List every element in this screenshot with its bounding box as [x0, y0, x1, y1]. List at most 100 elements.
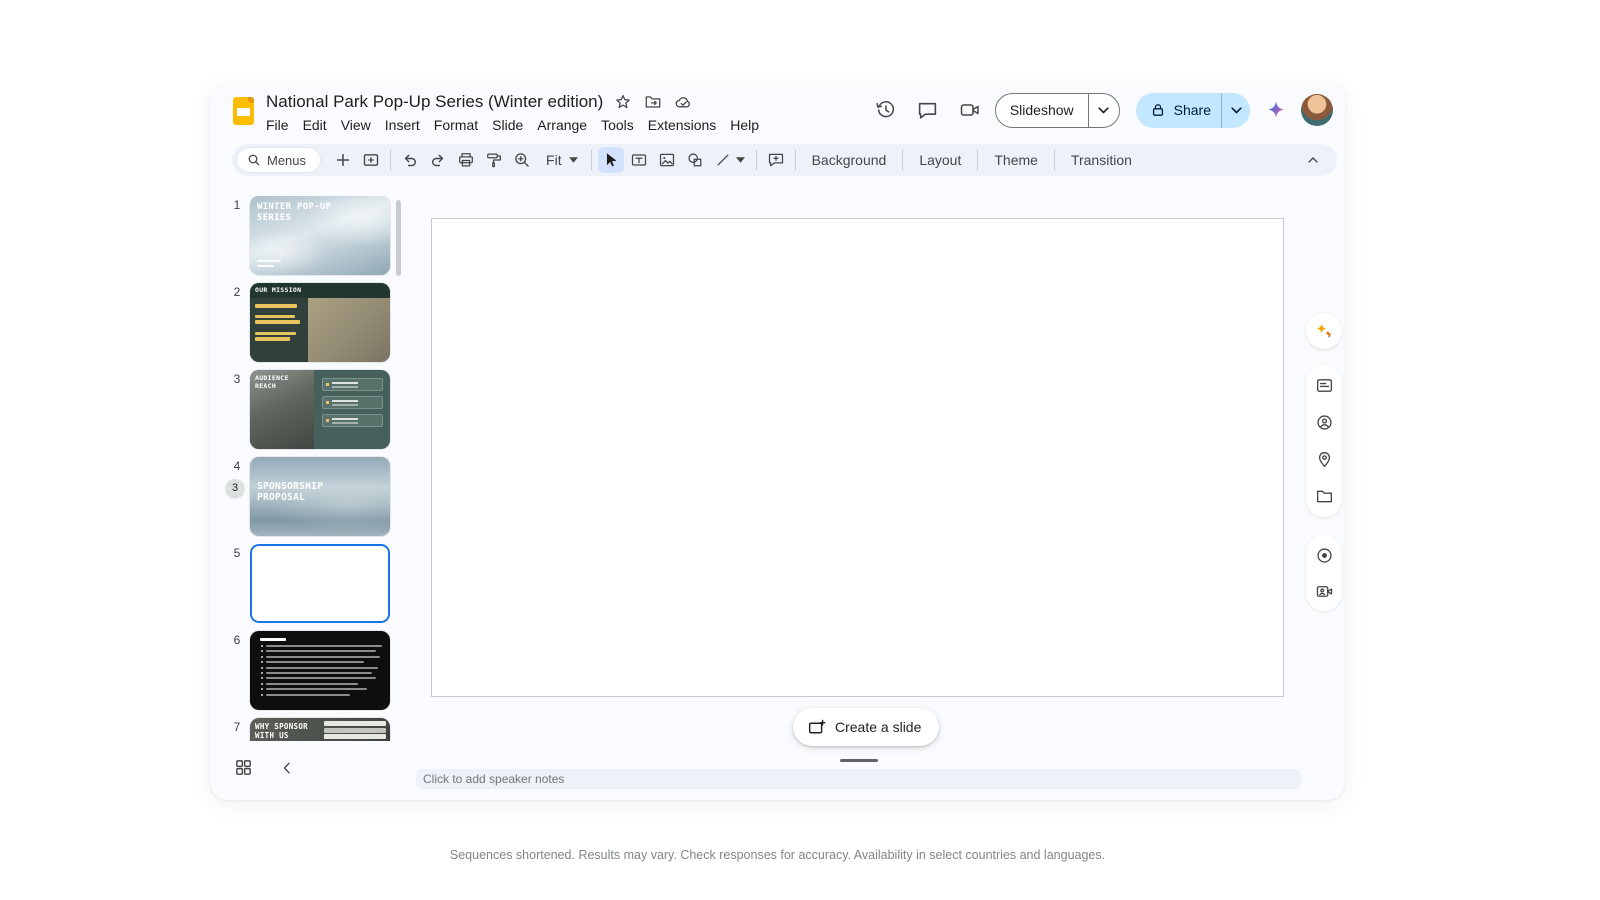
thumbnail-art[interactable]: AUDIENCE REACH [250, 370, 390, 449]
share-label: Share [1173, 102, 1211, 118]
text-line [261, 677, 376, 680]
slide-thumbnail-1[interactable]: 1 WINTER POP-UP SERIES [224, 196, 404, 275]
paint-format-icon[interactable] [481, 147, 507, 173]
menu-help[interactable]: Help [723, 115, 766, 135]
grid-view-icon[interactable] [234, 758, 253, 777]
toolbar: Menus Fit Background Layout Theme Transi… [232, 144, 1337, 176]
document-title[interactable]: National Park Pop-Up Series (Winter edit… [266, 92, 603, 112]
comments-icon[interactable] [907, 92, 949, 128]
zoom-icon[interactable] [509, 147, 535, 173]
text-line [261, 671, 372, 674]
gemini-side-panel-button[interactable] [1306, 313, 1342, 349]
photo-area [308, 298, 390, 362]
avatar[interactable] [1301, 94, 1333, 126]
gemini-icon[interactable] [1256, 92, 1296, 128]
menu-edit[interactable]: Edit [296, 115, 334, 135]
add-template-icon[interactable] [358, 147, 384, 173]
text-line [261, 661, 364, 664]
menu-format[interactable]: Format [427, 115, 485, 135]
notes-card-icon[interactable] [1308, 370, 1340, 402]
thumbnail-art[interactable]: WHY SPONSOR WITH US [250, 718, 390, 741]
insert-image-icon[interactable] [654, 147, 680, 173]
collapse-filmstrip-icon[interactable] [279, 760, 295, 776]
meet-camera-icon[interactable] [949, 92, 991, 128]
folder-icon[interactable] [1308, 480, 1340, 512]
zoom-select[interactable]: Fit [536, 147, 586, 173]
camera-present-icon[interactable] [1308, 575, 1340, 607]
table-row [324, 740, 386, 741]
text-line [261, 693, 350, 696]
insert-comment-icon[interactable] [763, 147, 789, 173]
collapse-toolbar-icon[interactable] [1300, 147, 1326, 173]
slide-thumbnail-6[interactable]: 6 [224, 631, 404, 710]
menu-slide[interactable]: Slide [485, 115, 530, 135]
slideshow-button[interactable]: Slideshow [994, 92, 1120, 128]
move-folder-icon[interactable] [643, 92, 663, 112]
slide-title: OUR MISSION [255, 286, 302, 294]
contacts-icon[interactable] [1308, 407, 1340, 439]
thumbnail-selected[interactable] [250, 544, 390, 623]
menu-tools[interactable]: Tools [594, 115, 641, 135]
filmstrip-controls [234, 758, 295, 777]
slide-thumbnail-4[interactable]: 4 3 SPONSORSHIP PROPOSAL [224, 457, 404, 536]
toolbar-divider [794, 150, 796, 170]
star-icon[interactable] [613, 92, 633, 112]
text-line [255, 320, 300, 324]
thumbnail-art[interactable] [250, 631, 390, 710]
theme-button[interactable]: Theme [983, 147, 1049, 173]
print-icon[interactable] [453, 147, 479, 173]
slide-number: 1 [233, 198, 241, 212]
speaker-notes-input[interactable]: Click to add speaker notes [416, 769, 1301, 789]
create-slide-button[interactable]: Create a slide [793, 708, 940, 746]
select-tool-icon[interactable] [597, 147, 624, 173]
notes-resize-handle[interactable] [840, 759, 878, 762]
slide-thumbnail-3[interactable]: 3 AUDIENCE REACH [224, 370, 404, 449]
insert-shape-icon[interactable] [682, 147, 708, 173]
record-icon[interactable] [1308, 539, 1340, 571]
new-slide-button[interactable] [330, 147, 356, 173]
stats-panel [314, 370, 390, 449]
lock-icon [1150, 102, 1166, 118]
thumbnail-art[interactable]: WINTER POP-UP SERIES [250, 196, 390, 275]
version-history-icon[interactable] [865, 92, 907, 128]
background-button[interactable]: Background [801, 147, 898, 173]
text-line [261, 666, 378, 669]
disclaimer-text: Sequences shortened. Results may vary. C… [449, 848, 1106, 862]
map-pin-icon[interactable] [1308, 443, 1340, 475]
text-line [261, 682, 358, 685]
table-row [324, 721, 386, 726]
thumbnail-art[interactable]: SPONSORSHIP PROPOSAL [250, 457, 390, 536]
thumbnail-art[interactable]: OUR MISSION [250, 283, 390, 362]
text-line [255, 314, 295, 318]
menu-insert[interactable]: Insert [378, 115, 427, 135]
search-icon [247, 153, 261, 167]
slide-thumbnail-7[interactable]: 7 WHY SPONSOR WITH US [224, 718, 404, 741]
slide-thumbnail-5[interactable]: 5 [224, 544, 404, 623]
stat-box [322, 378, 383, 391]
undo-icon[interactable] [397, 147, 423, 173]
filmstrip-scrollbar[interactable] [396, 200, 401, 276]
menu-arrange[interactable]: Arrange [530, 115, 594, 135]
text-box-icon[interactable] [626, 147, 652, 173]
toolbar-divider [977, 150, 979, 170]
slide-title: WHY SPONSOR WITH US [255, 722, 308, 740]
table-row [324, 734, 386, 739]
slides-app-icon[interactable] [233, 97, 254, 125]
redo-icon[interactable] [425, 147, 451, 173]
slide-thumbnail-2[interactable]: 2 OUR MISSION [224, 283, 404, 362]
stat-box [322, 414, 383, 427]
menu-file[interactable]: File [259, 115, 296, 135]
transition-button[interactable]: Transition [1060, 147, 1143, 173]
insert-line-icon[interactable] [710, 147, 750, 173]
menus-search-button[interactable]: Menus [236, 147, 322, 173]
layout-button[interactable]: Layout [908, 147, 972, 173]
cloud-status-icon[interactable] [673, 92, 693, 112]
table-rows [324, 721, 386, 741]
slide-canvas[interactable] [431, 218, 1284, 697]
share-button[interactable]: Share [1135, 92, 1250, 128]
slideshow-dropdown-icon[interactable] [1089, 94, 1119, 127]
menu-view[interactable]: View [334, 115, 378, 135]
text-line [261, 655, 380, 658]
menu-extensions[interactable]: Extensions [641, 115, 723, 135]
share-dropdown-icon[interactable] [1222, 93, 1250, 128]
